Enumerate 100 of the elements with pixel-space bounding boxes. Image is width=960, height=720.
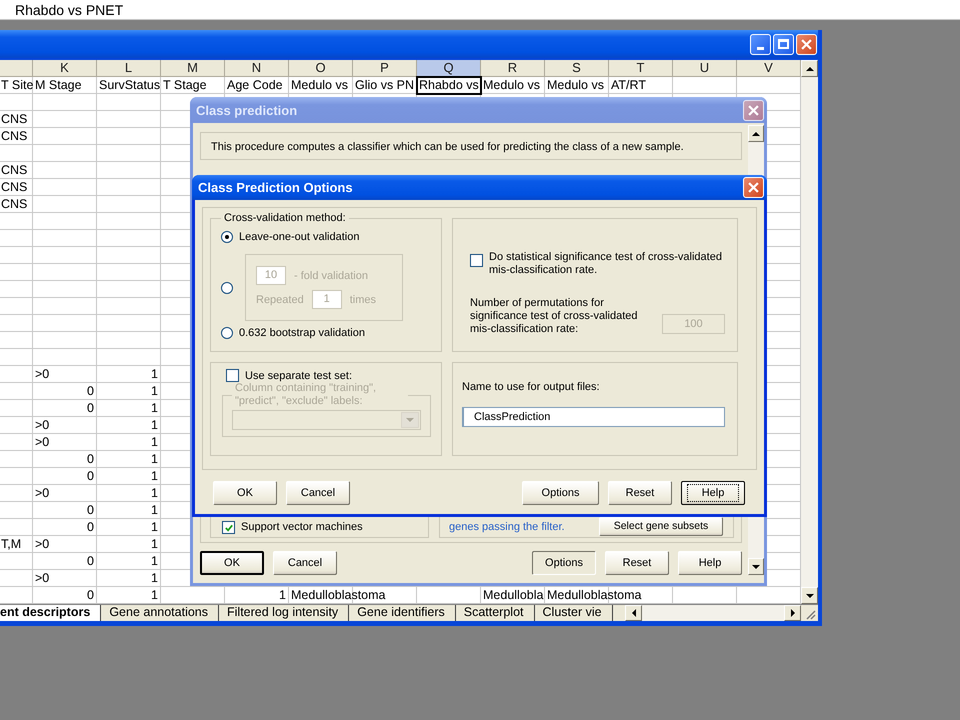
column-header[interactable]: V (737, 60, 801, 77)
formula-field[interactable]: Rhabdo vs PNET (0, 0, 960, 20)
dialog-button[interactable]: Reset (608, 481, 672, 505)
dropdown-arrow-icon (406, 418, 414, 422)
horizontal-scrollbar[interactable] (642, 605, 801, 621)
radio-button[interactable] (221, 327, 233, 339)
table-cell-text: Medulo vs (546, 77, 605, 94)
dialog-button[interactable]: OK (213, 481, 277, 505)
table-cell-text: 0 (86, 553, 95, 570)
table-cell-text: 1 (150, 519, 159, 536)
maximize-icon (778, 39, 789, 49)
radio-button[interactable] (221, 231, 233, 243)
sheet-tab[interactable]: Filtered log intensity (219, 605, 350, 621)
table-cell-text: 1 (150, 502, 159, 519)
close-icon (801, 38, 812, 50)
column-header[interactable]: K (33, 60, 97, 77)
sheet-tab[interactable]: Gene annotations (101, 605, 220, 621)
column-header[interactable]: L (97, 60, 161, 77)
table-cell-text: CNS (0, 111, 28, 128)
dialog-button[interactable]: Cancel (273, 551, 337, 575)
fold-label: - fold validation (294, 270, 368, 282)
column-header[interactable]: R (481, 60, 545, 77)
close-icon (748, 104, 759, 116)
dialog-button[interactable]: OK (200, 551, 264, 575)
table-cell-text: 1 (150, 451, 159, 468)
dialog-button[interactable]: Options (532, 551, 596, 575)
sheet-tab[interactable]: Scatterplot (456, 605, 535, 621)
table-cell-text: >0 (34, 417, 50, 434)
table-cell-text: >0 (34, 434, 50, 451)
minimize-button[interactable] (750, 34, 771, 54)
table-cell-text: 1 (150, 417, 159, 434)
description-text: This procedure computes a classifier which can be used for predicting the class of a new sample. (200, 132, 742, 160)
checkbox-label: Use separate test set: (245, 370, 352, 382)
radio-label: Leave-one-out validation (239, 231, 360, 243)
maximize-button[interactable] (773, 34, 794, 54)
table-cell-text: Medulloblastoma (546, 587, 642, 604)
group-label: Column containing "training", "predict", "exclude" labels: (234, 382, 378, 408)
table-cell-text: 0 (86, 400, 95, 417)
down-arrow-icon (752, 564, 760, 568)
scroll-down-button[interactable] (748, 558, 764, 575)
repeat-label: Repeated (256, 294, 304, 306)
dialog-button[interactable]: Options (522, 481, 599, 505)
dialog-title: Class Prediction Options (198, 180, 353, 195)
scroll-up-button[interactable] (748, 125, 764, 142)
dialog-button[interactable]: Help (678, 551, 742, 575)
minimize-icon (757, 46, 764, 50)
table-cell-text: SurvStatus (98, 77, 162, 94)
column-header[interactable]: S (545, 60, 609, 77)
permutations-label: Number of permutations for significance test of cross-validated mis-classification rate: (470, 297, 639, 336)
sheet-tab[interactable]: Cluster vie (534, 605, 613, 621)
table-cell-text: Age Code (226, 77, 284, 94)
column-header[interactable]: N (225, 60, 289, 77)
table-cell-text: 1 (150, 553, 159, 570)
table-cell-text: 0 (86, 468, 95, 485)
table-cell-text: CNS (0, 128, 28, 145)
close-button[interactable] (743, 100, 764, 120)
resize-grip-icon[interactable] (804, 608, 816, 620)
column-header[interactable]: O (289, 60, 353, 77)
table-cell-text: Medulloblastoma (290, 587, 386, 604)
down-arrow-icon (806, 594, 814, 598)
table-cell-text: Medulo vs (290, 77, 349, 94)
table-cell-text: AT/RT (610, 77, 647, 94)
gene-note: genes passing the filter. (449, 521, 566, 534)
scroll-up-button[interactable] (801, 60, 818, 77)
dialog-title: Class prediction (196, 102, 298, 118)
dialog-button[interactable]: Help (681, 481, 745, 505)
scroll-right-button[interactable] (784, 605, 801, 621)
column-header[interactable]: P (353, 60, 417, 77)
table-cell-text: 0 (86, 502, 95, 519)
checkbox[interactable] (222, 521, 235, 534)
table-cell-text: >0 (34, 366, 50, 383)
table-cell-text: 1 (150, 434, 159, 451)
column-header[interactable]: Q (417, 60, 481, 77)
dialog-button[interactable]: Cancel (286, 481, 350, 505)
table-cell-text: >0 (34, 570, 50, 587)
table-cell-text: 0 (86, 451, 95, 468)
column-header[interactable]: T (609, 60, 673, 77)
column-header[interactable]: M (161, 60, 225, 77)
table-cell-text: >0 (34, 536, 50, 553)
vertical-scrollbar[interactable] (801, 60, 818, 604)
table-cell-text: Medulo vs (482, 77, 541, 94)
select-genes-button[interactable]: Select gene subsets (599, 517, 723, 536)
table-cell-text: CNS (0, 196, 28, 213)
dialog-button[interactable]: Reset (605, 551, 669, 575)
sheet-tab[interactable]: ent descriptors (0, 605, 102, 621)
close-icon (748, 182, 759, 193)
table-cell-text: 0 (86, 383, 95, 400)
table-cell-text: 1 (150, 383, 159, 400)
output-name-field[interactable]: ClassPrediction (462, 407, 725, 427)
table-cell-text: M Stage (34, 77, 83, 94)
table-cell-text: T Stage (162, 77, 208, 94)
column-header[interactable]: U (673, 60, 737, 77)
sheet-tab[interactable]: Gene identifiers (349, 605, 456, 621)
table-cell-text: 0 (86, 587, 95, 604)
table-cell: Rhabdo vs (417, 77, 481, 94)
table-cell-text: 1 (150, 468, 159, 485)
table-cell-text: 1 (150, 485, 159, 502)
scroll-left-button[interactable] (625, 605, 642, 621)
group-label: Cross-validation method: (223, 212, 347, 224)
scroll-down-button[interactable] (801, 587, 818, 604)
